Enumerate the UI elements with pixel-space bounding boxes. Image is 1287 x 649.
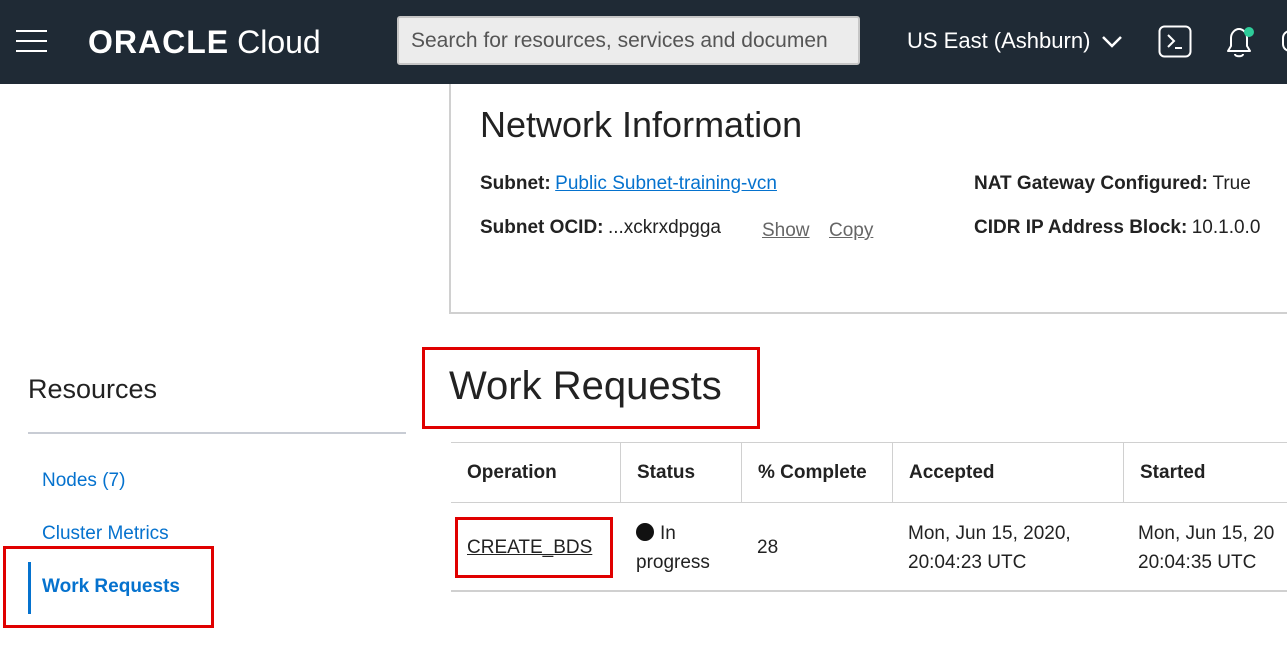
table-header: Operation Status % Complete Accepted Sta…: [451, 442, 1287, 503]
copy-ocid-link[interactable]: Copy: [829, 220, 873, 242]
subnet-link[interactable]: Public Subnet-training-vcn: [555, 173, 777, 194]
status-line-2: progress: [636, 552, 710, 573]
search-box: [397, 16, 860, 65]
subnet-ocid-label: Subnet OCID:: [480, 217, 604, 238]
resources-title: Resources: [28, 374, 158, 404]
cidr-label: CIDR IP Address Block:: [974, 217, 1188, 238]
column-header-percent-complete[interactable]: % Complete: [742, 443, 893, 503]
started-date: Mon, Jun 15, 20: [1138, 523, 1275, 544]
status-line-1: In: [660, 523, 676, 544]
resource-link-nodes[interactable]: Nodes (7): [42, 470, 125, 492]
resource-link-cluster-metrics[interactable]: Cluster Metrics: [42, 523, 169, 545]
cloud-shell-icon[interactable]: [1158, 25, 1192, 58]
column-header-accepted[interactable]: Accepted: [893, 443, 1124, 503]
accepted-cell: Mon, Jun 15, 2020, 20:04:23 UTC: [908, 519, 1071, 577]
highlight-box-work-requests-link: [3, 546, 214, 628]
show-ocid-link[interactable]: Show: [762, 220, 810, 242]
profile-icon[interactable]: [1282, 30, 1287, 52]
accepted-time: 20:04:23 UTC: [908, 552, 1027, 573]
column-header-started[interactable]: Started: [1124, 443, 1287, 503]
accepted-date: Mon, Jun 15, 2020,: [908, 523, 1071, 544]
search-input[interactable]: [399, 18, 858, 63]
oracle-cloud-logo[interactable]: ORACLE Cloud: [88, 24, 321, 61]
started-cell: Mon, Jun 15, 20 20:04:35 UTC: [1138, 519, 1274, 577]
percent-complete-value: 28: [757, 537, 779, 558]
region-selector[interactable]: US East (Ashburn): [907, 28, 1123, 54]
nat-gateway-value: True: [1212, 173, 1251, 194]
subnet-label: Subnet:: [480, 173, 551, 194]
subnet-row: Subnet: Public Subnet-training-vcn: [480, 173, 777, 195]
subnet-ocid-row: Subnet OCID: ...xckrxdpgga: [480, 217, 721, 239]
notification-dot: [1244, 27, 1254, 37]
resources-divider: [28, 432, 406, 434]
top-navigation-bar: ORACLECloud US East (Ashburn): [0, 0, 1287, 84]
cidr-value: 10.1.0.0: [1191, 217, 1261, 238]
status-cell: In progress: [636, 519, 710, 577]
nat-gateway-row: NAT Gateway Configured: True: [974, 173, 1251, 195]
logo-brand: ORACLE: [88, 24, 230, 60]
network-information-title: Network Information: [480, 104, 803, 145]
cidr-row: CIDR IP Address Block: 10.1.0.0: [974, 217, 1260, 239]
highlight-box-operation-link: [455, 517, 613, 578]
status-dot-icon: [636, 523, 654, 541]
column-header-operation[interactable]: Operation: [451, 443, 621, 503]
started-time: 20:04:35 UTC: [1138, 552, 1257, 573]
bell-icon[interactable]: [1222, 24, 1256, 60]
subnet-ocid-value: ...xckrxdpgga: [607, 217, 721, 238]
logo-product: Cloud: [237, 24, 321, 60]
highlight-box-work-requests-title: [422, 347, 760, 429]
nat-gateway-label: NAT Gateway Configured:: [974, 173, 1208, 194]
chevron-down-icon: [1101, 36, 1122, 48]
column-header-status[interactable]: Status: [621, 443, 742, 503]
menu-icon[interactable]: [16, 30, 47, 52]
region-label: US East (Ashburn): [907, 28, 1091, 53]
